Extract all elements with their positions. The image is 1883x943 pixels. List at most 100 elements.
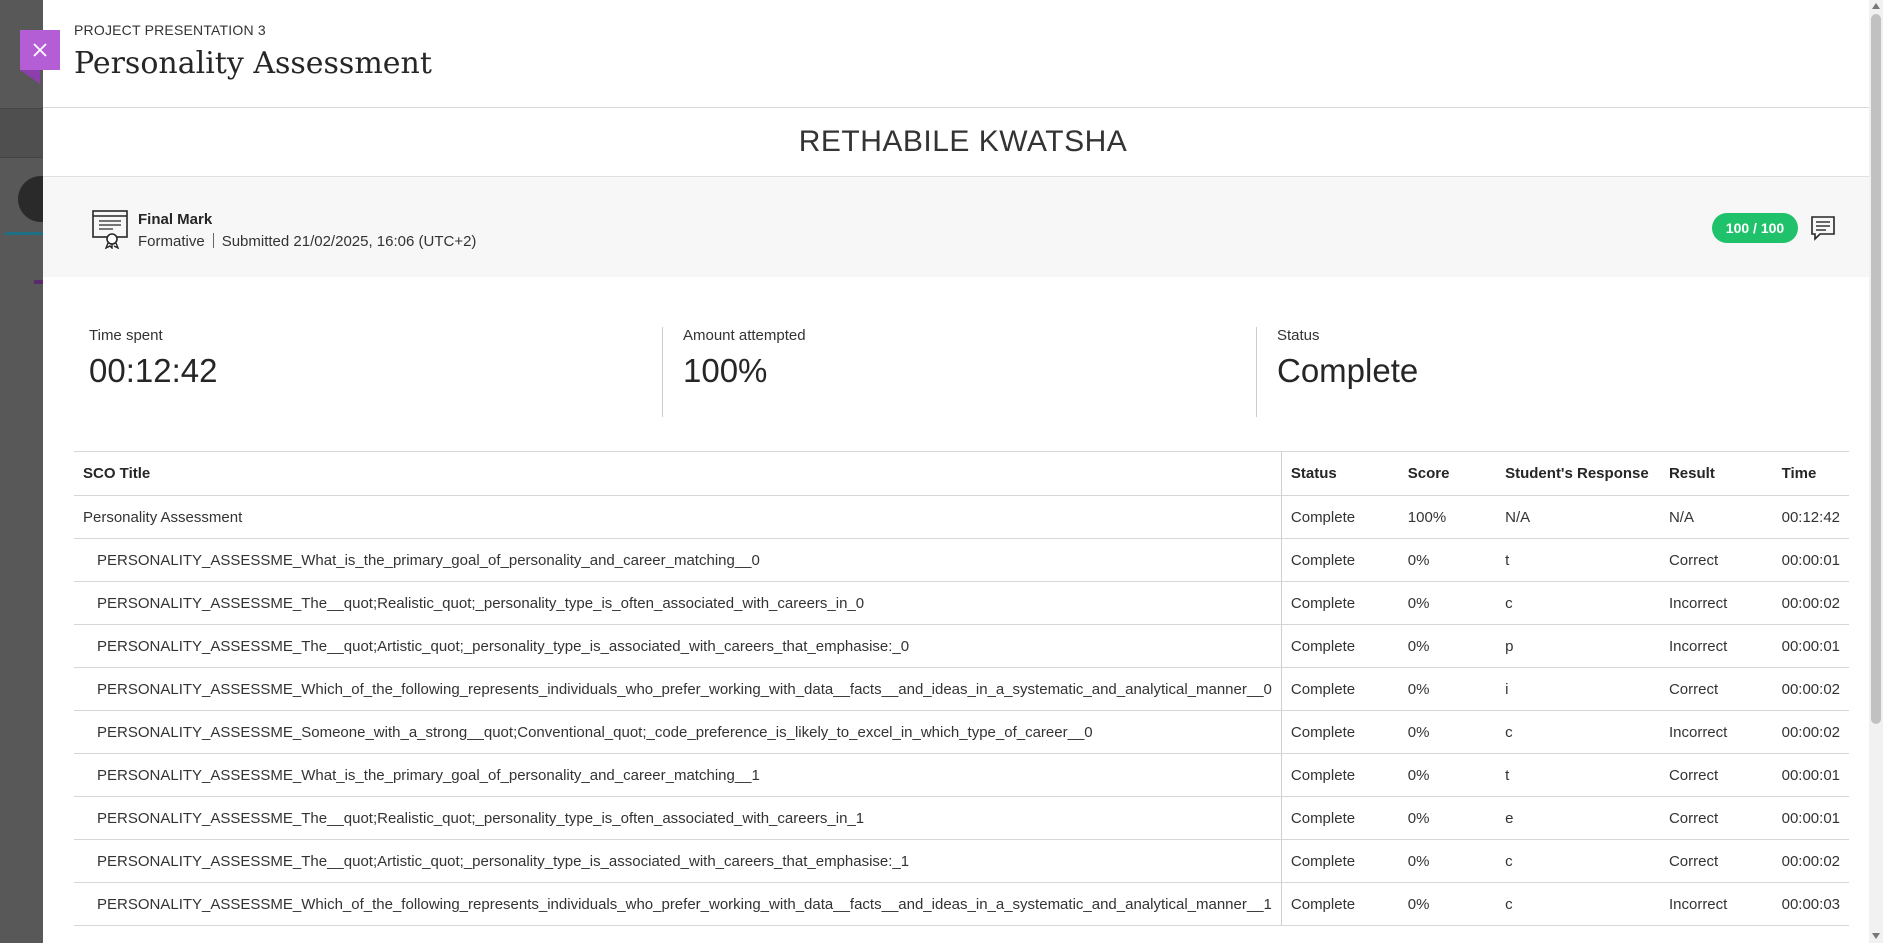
submitted-date: Submitted 21/02/2025, 16:06 (UTC+2) (221, 233, 477, 250)
stat-value: Complete (1277, 352, 1419, 389)
cell-result: Incorrect (1659, 882, 1773, 926)
cell-result: Correct (1659, 667, 1773, 711)
cell-score: 100% (1398, 495, 1497, 539)
cell-title: PERSONALITY_ASSESSME_Someone_with_a_stro… (74, 710, 1282, 754)
cell-status: Complete (1281, 796, 1399, 840)
panel-header: PROJECT PRESENTATION 3 Personality Asses… (43, 0, 1883, 108)
scroll-up-arrow-icon[interactable] (1872, 3, 1880, 9)
cell-title: PERSONALITY_ASSESSME_The__quot;Artistic_… (74, 839, 1282, 883)
separator (212, 233, 214, 248)
grade-bar: Final Mark Formative Submitted 21/02/2025… (43, 177, 1883, 277)
scrollbar-thumb[interactable] (1871, 14, 1881, 724)
column-header-result: Result (1659, 451, 1773, 496)
sco-table: SCO Title Status Score Student's Respons… (74, 451, 1849, 926)
table-row: PERSONALITY_ASSESSME_The__quot;Realistic… (74, 581, 1849, 625)
cell-score: 0% (1398, 753, 1497, 797)
cell-title: PERSONALITY_ASSESSME_The__quot;Artistic_… (74, 624, 1282, 668)
cell-time: 00:00:02 (1772, 581, 1849, 625)
submission-panel: PROJECT PRESENTATION 3 Personality Asses… (43, 0, 1883, 943)
table-row: PERSONALITY_ASSESSME_What_is_the_primary… (74, 753, 1849, 797)
cell-time: 00:12:42 (1772, 495, 1849, 539)
cell-title: Personality Assessment (74, 495, 1282, 539)
certificate-icon (92, 210, 128, 249)
cell-response: c (1496, 581, 1660, 625)
stat-value: 00:12:42 (89, 352, 218, 389)
cell-time: 00:00:01 (1772, 753, 1849, 797)
stat-value: 100% (683, 352, 768, 389)
cell-score: 0% (1398, 839, 1497, 883)
stat-divider (1256, 327, 1257, 417)
breadcrumb: PROJECT PRESENTATION 3 (74, 22, 266, 38)
stat-divider (662, 327, 663, 417)
cell-title: PERSONALITY_ASSESSME_The__quot;Realistic… (74, 796, 1282, 840)
feedback-icon[interactable] (1810, 215, 1836, 241)
page-title: Personality Assessment (74, 46, 432, 81)
cell-status: Complete (1281, 581, 1399, 625)
column-header-status: Status (1281, 451, 1399, 496)
table-row: PERSONALITY_ASSESSME_Someone_with_a_stro… (74, 710, 1849, 754)
cell-status: Complete (1281, 538, 1399, 582)
cell-title: PERSONALITY_ASSESSME_Which_of_the_follow… (74, 882, 1282, 926)
cell-time: 00:00:02 (1772, 667, 1849, 711)
cell-time: 00:00:01 (1772, 538, 1849, 582)
cell-response: t (1496, 753, 1660, 797)
stat-time-spent: Time spent 00:12:42 (89, 327, 217, 390)
stat-status: Status Complete (1277, 327, 1418, 390)
close-icon (33, 43, 47, 57)
stat-label: Amount attempted (683, 327, 806, 344)
column-header-time: Time (1772, 451, 1849, 496)
cell-status: Complete (1281, 667, 1399, 711)
table-header-row: SCO Title Status Score Student's Respons… (74, 451, 1849, 496)
cell-response: c (1496, 710, 1660, 754)
student-name: RETHABILE KWATSHA (43, 108, 1883, 177)
cell-status: Complete (1281, 882, 1399, 926)
stat-label: Status (1277, 327, 1320, 344)
scrollbar[interactable] (1869, 0, 1883, 943)
close-button-tab (20, 70, 40, 84)
cell-response: i (1496, 667, 1660, 711)
cell-score: 0% (1398, 796, 1497, 840)
grade-details: Formative Submitted 21/02/2025, 16:06 (UT… (138, 233, 476, 250)
cell-response: N/A (1496, 495, 1660, 539)
close-button[interactable] (20, 30, 60, 70)
cell-status: Complete (1281, 710, 1399, 754)
cell-response: e (1496, 796, 1660, 840)
cell-time: 00:00:01 (1772, 624, 1849, 668)
table-row: PERSONALITY_ASSESSME_Which_of_the_follow… (74, 882, 1849, 926)
table-row: PERSONALITY_ASSESSME_Which_of_the_follow… (74, 667, 1849, 711)
cell-result: Incorrect (1659, 624, 1773, 668)
table-row: PERSONALITY_ASSESSME_The__quot;Artistic_… (74, 624, 1849, 668)
cell-time: 00:00:01 (1772, 796, 1849, 840)
cell-title: PERSONALITY_ASSESSME_What_is_the_primary… (74, 753, 1282, 797)
cell-score: 0% (1398, 667, 1497, 711)
cell-result: N/A (1659, 495, 1773, 539)
stats-section: Time spent 00:12:42 Amount attempted 100… (43, 277, 1883, 447)
cell-score: 0% (1398, 710, 1497, 754)
column-header-score: Score (1398, 451, 1497, 496)
cell-time: 00:00:02 (1772, 839, 1849, 883)
column-header-response: Student's Response (1496, 451, 1660, 496)
grade-title: Final Mark (138, 211, 213, 228)
cell-status: Complete (1281, 495, 1399, 539)
cell-response: c (1496, 882, 1660, 926)
cell-status: Complete (1281, 624, 1399, 668)
cell-time: 00:00:02 (1772, 710, 1849, 754)
cell-title: PERSONALITY_ASSESSME_Which_of_the_follow… (74, 667, 1282, 711)
table-row: PERSONALITY_ASSESSME_The__quot;Artistic_… (74, 839, 1849, 883)
score-badge[interactable]: 100 / 100 (1712, 213, 1798, 243)
cell-status: Complete (1281, 839, 1399, 883)
cell-response: t (1496, 538, 1660, 582)
table-row: PERSONALITY_ASSESSME_What_is_the_primary… (74, 538, 1849, 582)
grade-type: Formative (138, 233, 205, 250)
cell-title: PERSONALITY_ASSESSME_What_is_the_primary… (74, 538, 1282, 582)
cell-result: Incorrect (1659, 710, 1773, 754)
table-row: PERSONALITY_ASSESSME_The__quot;Realistic… (74, 796, 1849, 840)
scroll-down-arrow-icon[interactable] (1872, 933, 1880, 939)
stat-amount-attempted: Amount attempted 100% (683, 327, 806, 390)
cell-response: p (1496, 624, 1660, 668)
cell-result: Correct (1659, 839, 1773, 883)
table-row: Personality Assessment Complete 100% N/A N/A… (74, 495, 1849, 539)
cell-score: 0% (1398, 538, 1497, 582)
cell-result: Incorrect (1659, 581, 1773, 625)
cell-title: PERSONALITY_ASSESSME_The__quot;Realistic… (74, 581, 1282, 625)
